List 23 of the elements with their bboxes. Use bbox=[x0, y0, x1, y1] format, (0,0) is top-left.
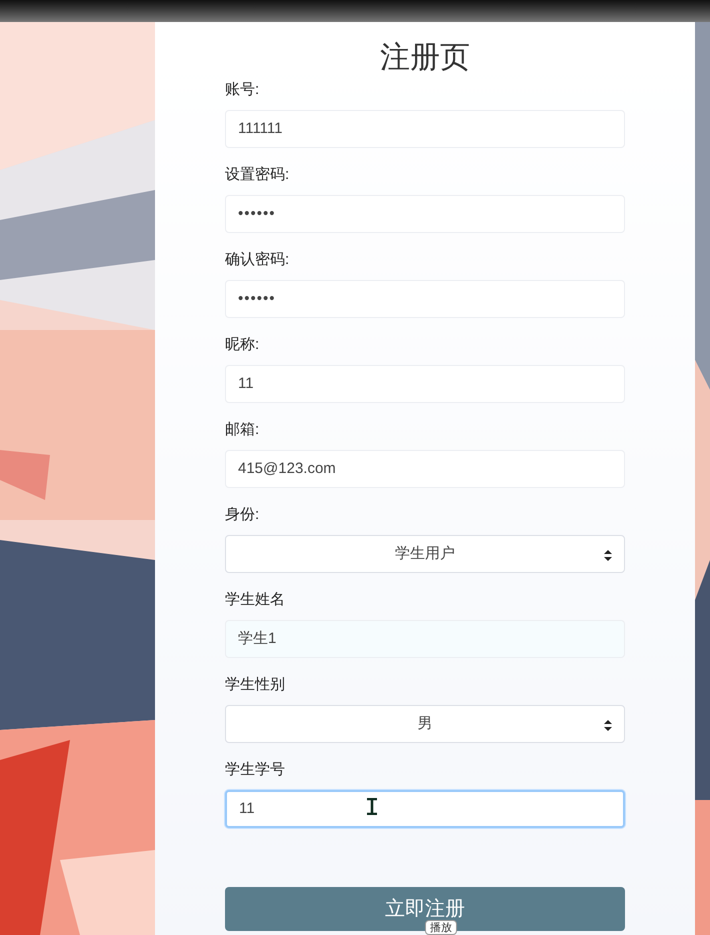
text-cursor-icon bbox=[366, 798, 378, 815]
sort-icon bbox=[604, 720, 612, 731]
field-label: 确认密码: bbox=[225, 250, 290, 270]
field-label: 昵称: bbox=[225, 335, 260, 355]
input-field[interactable]: 415@123.com bbox=[225, 450, 625, 488]
field-label: 学生姓名 bbox=[225, 590, 286, 610]
input-field[interactable]: •••••• bbox=[225, 195, 625, 233]
field-label: 账号: bbox=[225, 80, 260, 100]
input-field[interactable]: 11 bbox=[225, 365, 625, 403]
select-field[interactable]: 男 bbox=[225, 705, 625, 743]
input-field[interactable]: 学生1 bbox=[225, 620, 625, 658]
tooltip: 播放 bbox=[425, 920, 457, 935]
page-title: 注册页 bbox=[380, 40, 470, 76]
field-label: 学生学号 bbox=[225, 760, 286, 780]
field-label: 身份: bbox=[225, 505, 260, 525]
input-field[interactable]: •••••• bbox=[225, 280, 625, 318]
field-label: 邮箱: bbox=[225, 420, 260, 440]
sort-icon bbox=[604, 550, 612, 561]
input-field[interactable]: 11 bbox=[225, 790, 625, 828]
input-field[interactable]: 111111 bbox=[225, 110, 625, 148]
select-field[interactable]: 学生用户 bbox=[225, 535, 625, 573]
field-label: 学生性别 bbox=[225, 675, 286, 695]
field-label: 设置密码: bbox=[225, 165, 290, 185]
